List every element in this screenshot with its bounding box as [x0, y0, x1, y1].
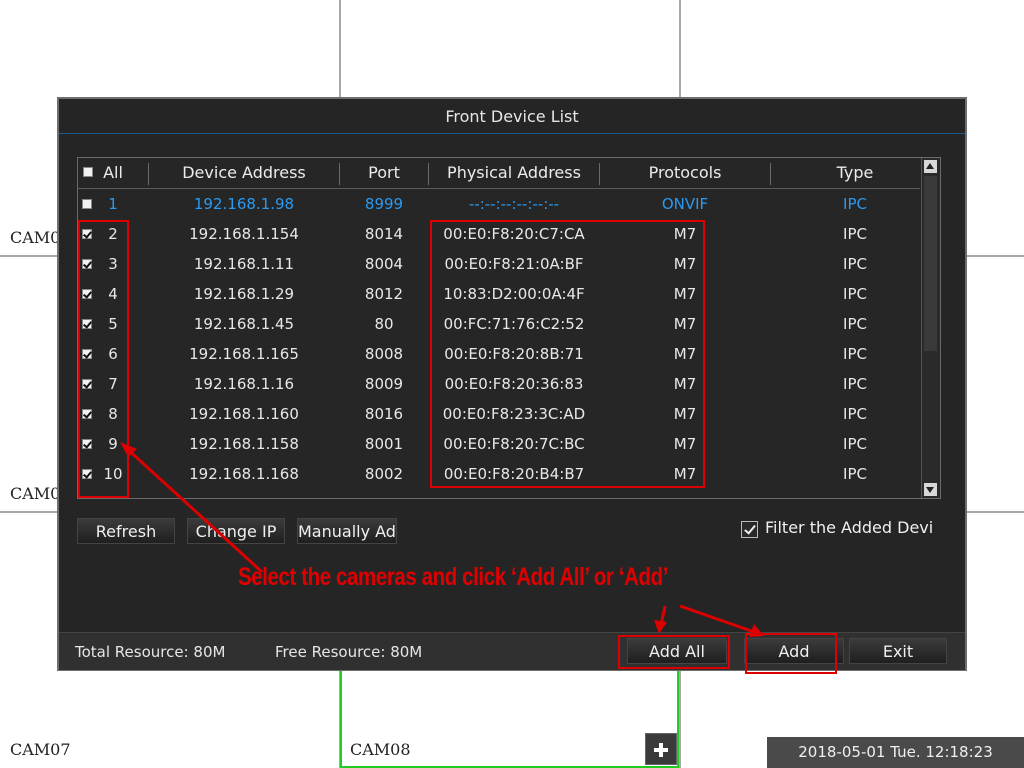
column-header-physical-address[interactable]: Physical Address	[429, 158, 599, 188]
cell-type: IPC	[843, 465, 867, 483]
cell-type: IPC	[843, 225, 867, 243]
table-header: All Device Address Port Physical Address…	[78, 158, 920, 189]
add-camera-plus-icon[interactable]	[645, 733, 677, 765]
cell-type: IPC	[843, 405, 867, 423]
cell-address: 192.168.1.165	[189, 345, 299, 363]
cell-address: 192.168.1.158	[189, 435, 299, 453]
filter-added-devices-label: Filter the Added Devi	[765, 518, 934, 537]
cell-protocol: ONVIF	[661, 195, 709, 213]
cell-type: IPC	[843, 195, 867, 213]
cell-type: IPC	[843, 255, 867, 273]
column-header-protocols[interactable]: Protocols	[600, 158, 770, 188]
column-header-port[interactable]: Port	[340, 158, 428, 188]
camera-label: CAM0	[10, 228, 61, 247]
cell-address: 192.168.1.160	[189, 405, 299, 423]
select-all-checkbox[interactable]	[83, 167, 93, 177]
change-ip-button[interactable]: Change IP	[187, 518, 285, 544]
cell-port: 8001	[364, 435, 404, 453]
cell-address: 192.168.1.16	[193, 375, 295, 393]
cell-address: 192.168.1.154	[189, 225, 299, 243]
scroll-up-icon[interactable]	[924, 160, 937, 173]
cell-type: IPC	[843, 345, 867, 363]
column-header-device-address[interactable]: Device Address	[149, 158, 339, 188]
cell-address: 192.168.1.98	[193, 195, 295, 213]
annotation-box-add-all	[618, 635, 730, 669]
table-scrollbar[interactable]	[921, 158, 940, 498]
cell-mac: --:--:--:--:--:--	[468, 195, 560, 213]
cell-port: 8014	[364, 225, 404, 243]
cell-port: 8009	[364, 375, 404, 393]
cell-port: 8016	[364, 405, 404, 423]
cell-type: IPC	[843, 285, 867, 303]
annotation-box-add	[745, 633, 837, 674]
cell-port: 80	[374, 315, 394, 333]
cell-port: 8012	[364, 285, 404, 303]
scroll-thumb[interactable]	[924, 176, 937, 351]
dialog-title: Front Device List	[59, 99, 965, 134]
table-row[interactable]: 1 192.168.1.98 8999 --:--:--:--:--:-- ONVIF I…	[78, 189, 920, 219]
cell-type: IPC	[843, 315, 867, 333]
cell-port: 8002	[364, 465, 404, 483]
cell-address: 192.168.1.168	[189, 465, 299, 483]
scroll-down-icon[interactable]	[924, 483, 937, 496]
camera-label: CAM08	[350, 740, 411, 759]
filter-added-devices-checkbox[interactable]	[741, 521, 758, 538]
refresh-button[interactable]: Refresh	[77, 518, 175, 544]
total-resource: Total Resource: 80M	[75, 643, 226, 661]
cell-address: 192.168.1.29	[193, 285, 295, 303]
manually-add-button[interactable]: Manually Add	[297, 518, 397, 544]
exit-button[interactable]: Exit	[849, 638, 947, 664]
cell-port: 8999	[364, 195, 404, 213]
column-header-all[interactable]: All	[98, 158, 128, 188]
annotation-box-checkboxes	[78, 220, 129, 498]
column-header-type[interactable]: Type	[771, 158, 939, 188]
annotation-box-mac-protocol	[430, 220, 705, 488]
camera-label: CAM07	[10, 740, 71, 759]
cell-type: IPC	[843, 375, 867, 393]
datetime-display: 2018-05-01 Tue. 12:18:23	[767, 737, 1024, 768]
row-checkbox[interactable]	[82, 199, 92, 209]
cell-port: 8004	[364, 255, 404, 273]
cell-type: IPC	[843, 435, 867, 453]
cell-num: 1	[108, 195, 118, 213]
cell-address: 192.168.1.45	[193, 315, 295, 333]
cell-port: 8008	[364, 345, 404, 363]
free-resource: Free Resource: 80M	[275, 643, 423, 661]
cell-address: 192.168.1.11	[193, 255, 295, 273]
camera-label: CAM0	[10, 484, 61, 503]
annotation-instruction-text: Select the cameras and click ‘Add All’ o…	[238, 563, 668, 591]
